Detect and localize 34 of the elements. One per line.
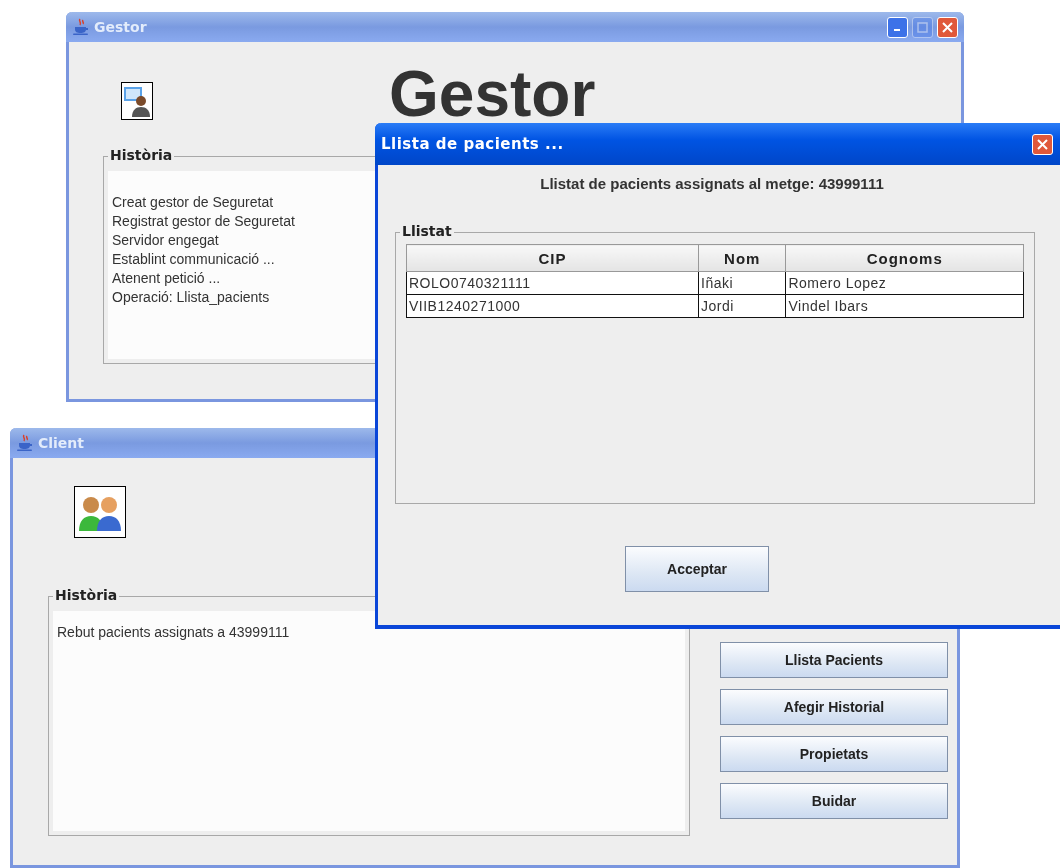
column-header[interactable]: Nom (698, 244, 786, 272)
group-label: Història (53, 587, 120, 603)
close-icon[interactable] (1032, 133, 1053, 155)
log-line: Creat gestor de Seguretat (112, 193, 274, 212)
table-cell: VIIB1240271000 (406, 294, 699, 318)
computer-user-icon (121, 82, 153, 120)
log-line: Atenent petició ... (112, 269, 221, 288)
window-title: Client (38, 435, 86, 451)
table-cell: ROLO0740321111 (406, 271, 699, 295)
app-heading: Gestor (389, 60, 596, 128)
window-title: Llista de pacients ... (381, 135, 565, 153)
action-button[interactable]: Buidar (720, 783, 948, 819)
users-icon (74, 486, 126, 538)
log-line: Establint communicació ... (112, 250, 275, 269)
column-header[interactable]: CIP (406, 244, 699, 272)
action-button[interactable]: Propietats (720, 736, 948, 772)
minimize-icon[interactable] (887, 16, 908, 38)
accept-button[interactable]: Acceptar (625, 546, 769, 592)
log-line: Rebut pacients assignats a 43999111 (57, 623, 290, 642)
coffee-cup-icon (16, 434, 34, 452)
log-line: Servidor engegat (112, 231, 219, 250)
action-button[interactable]: Afegir Historial (720, 689, 948, 725)
action-button[interactable]: Llista Pacients (720, 642, 948, 678)
table-cell: Vindel Ibars (785, 294, 1024, 318)
log-line: Registrat gestor de Seguretat (112, 212, 295, 231)
group-label: Llistat (400, 223, 454, 239)
column-header[interactable]: Cognoms (785, 244, 1024, 272)
close-icon[interactable] (937, 16, 958, 38)
table-cell: Romero Lopez (785, 271, 1024, 295)
group-label: Història (108, 147, 175, 163)
window-title: Gestor (94, 19, 148, 35)
log-line: Operació: Llista_pacients (112, 288, 270, 307)
coffee-cup-icon (72, 18, 90, 36)
dialog-message: Llistat de pacients assignats al metge: 43999111 (540, 175, 884, 192)
